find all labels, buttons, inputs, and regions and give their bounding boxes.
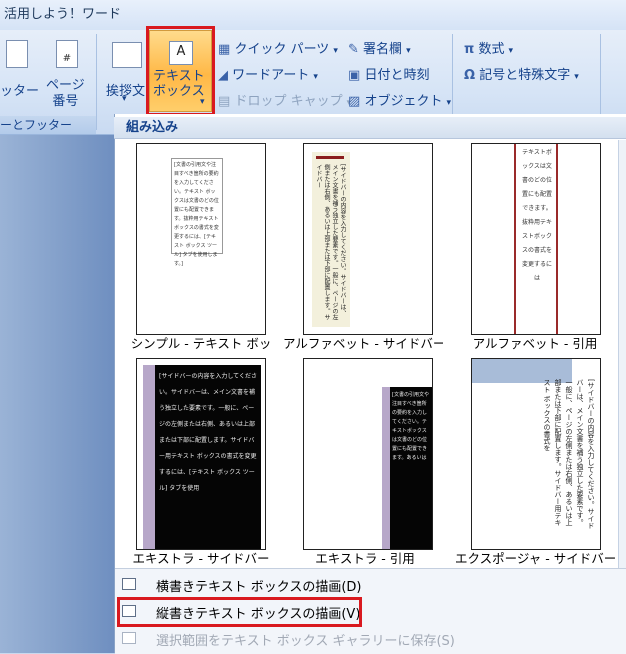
equation-button[interactable]: π 数式 ▾ xyxy=(464,38,513,57)
signature-icon: ✎ xyxy=(348,42,359,57)
footer-icon xyxy=(6,40,28,68)
menu-horizontal-label: 横書きテキスト ボックスの描画(D) xyxy=(156,580,362,595)
omega-icon: Ω xyxy=(464,68,476,83)
dropcap-button: ▤ ドロップ キャップ ▾ xyxy=(218,94,352,109)
menu-draw-horizontal-textbox[interactable]: 横書きテキスト ボックスの描画(D) xyxy=(115,572,626,598)
highlight-vertical-textbox xyxy=(117,597,362,627)
sidebar-rule xyxy=(316,156,344,159)
object-label: オブジェクト xyxy=(364,94,443,109)
page-number-button[interactable]: ページ 番号 xyxy=(46,78,85,110)
datetime-button[interactable]: ▣ 日付と時刻 xyxy=(348,64,429,83)
gallery-scrollbar[interactable] xyxy=(618,140,626,568)
dropcap-icon: ▤ xyxy=(218,94,231,109)
preview-text: [サイドバーの内容を入力してください。サイドバーは、メイン文書を補う独立した要素… xyxy=(543,379,595,529)
menu-save-label: 選択範囲をテキスト ボックス ギャラリーに保存(S) xyxy=(156,634,455,649)
preview-text: [サイドバーの内容を入力してください。サイドバーは、メイン文書を補う独立した要素… xyxy=(159,373,257,492)
preview-text: [文書の引用文や注目すべき箇所の要約を入力してください。テキストボックスは文書の… xyxy=(392,392,429,461)
preview-text: [文書の引用文や注目すべき箇所の要約を入力してください。テキスト ボックスは文書… xyxy=(171,158,223,267)
preview-text: テキストボックスは文書のどの位置にも配置できます。抜粋用テキストボックスの書式を… xyxy=(521,149,552,282)
menu-save-selection: 選択範囲をテキスト ボックス ギャラリーに保存(S) xyxy=(115,626,626,652)
equation-label: 数式 xyxy=(478,42,505,57)
caption-exposure-sidebar: エクスポージャ - サイドバー xyxy=(455,551,615,566)
caption-simple: シンプル - テキスト ボッ xyxy=(130,336,272,351)
gallery-body: [文書の引用文や注目すべき箇所の要約を入力してください。テキスト ボックスは文書… xyxy=(115,140,618,568)
quick-parts-icon: ▦ xyxy=(218,42,231,57)
horizontal-textbox-icon xyxy=(122,578,136,590)
pi-icon: π xyxy=(464,42,475,57)
caption-alphabet-sidebar: アルファベット - サイドバー xyxy=(283,336,443,351)
signature-button[interactable]: ✎ 署名欄 ▾ xyxy=(348,38,411,57)
quote-accent-strip xyxy=(382,387,390,549)
footer-button-label[interactable]: ッター xyxy=(0,80,39,99)
page-number-label-1: ページ xyxy=(46,78,85,93)
preview-text: [サイドバーの内容を入力してください。サイドバーは、メイン文書を補う独立した要素… xyxy=(315,164,346,320)
gallery-item-exposure-sidebar[interactable]: [サイドバーの内容を入力してください。サイドバーは、メイン文書を補う独立した要素… xyxy=(471,358,601,550)
symbol-label: 記号と特殊文字 xyxy=(479,68,571,83)
gallery-item-extra-sidebar[interactable]: [サイドバーの内容を入力してください。サイドバーは、メイン文書を補う独立した要素… xyxy=(136,358,266,550)
quick-parts-label: クイック パーツ xyxy=(234,42,330,57)
object-icon: ▨ xyxy=(348,94,361,109)
gallery-item-simple[interactable]: [文書の引用文や注目すべき箇所の要約を入力してください。テキスト ボックスは文書… xyxy=(136,143,266,335)
gallery-item-alphabet-sidebar[interactable]: [サイドバーの内容を入力してください。サイドバーは、メイン文書を補う独立した要素… xyxy=(303,143,433,335)
greeting-icon xyxy=(112,42,142,68)
signature-label: 署名欄 xyxy=(363,42,403,57)
gallery-header: 組み込み xyxy=(114,117,626,139)
gallery-item-extra-quote[interactable]: [文書の引用文や注目すべき箇所の要約を入力してください。テキストボックスは文書の… xyxy=(303,358,433,550)
window-title: 活用しよう！ワード xyxy=(0,0,626,30)
page-number-icon: # xyxy=(56,40,78,68)
wordart-button[interactable]: ◢ ワードアート ▾ xyxy=(218,64,318,83)
save-selection-icon xyxy=(122,632,136,644)
calendar-icon: ▣ xyxy=(348,68,361,83)
object-button[interactable]: ▨ オブジェクト ▾ xyxy=(348,90,451,109)
document-area xyxy=(0,135,114,653)
gallery-item-alphabet-quote[interactable]: テキストボックスは文書のどの位置にも配置できます。抜粋用テキストボックスの書式を… xyxy=(471,143,601,335)
wordart-label: ワードアート xyxy=(232,68,310,83)
dropcap-label: ドロップ キャップ xyxy=(234,94,343,109)
highlight-textbox-button xyxy=(146,26,215,116)
quick-parts-button[interactable]: ▦ クイック パーツ ▾ xyxy=(218,38,338,57)
header-footer-group-label: ーとフッター xyxy=(0,116,96,134)
caption-extra-sidebar: エキストラ - サイドバー xyxy=(132,551,270,566)
datetime-label: 日付と時刻 xyxy=(364,68,430,83)
page-number-label-2: 番号 xyxy=(52,94,79,109)
greeting-dropdown-icon: ▾ xyxy=(122,94,127,104)
caption-alphabet-quote: アルファベット - 引用 xyxy=(472,336,598,351)
sidebar-accent-strip xyxy=(143,365,155,549)
wordart-icon: ◢ xyxy=(218,68,228,83)
symbol-button[interactable]: Ω 記号と特殊文字 ▾ xyxy=(464,64,579,83)
caption-extra-quote: エキストラ - 引用 xyxy=(315,551,415,566)
